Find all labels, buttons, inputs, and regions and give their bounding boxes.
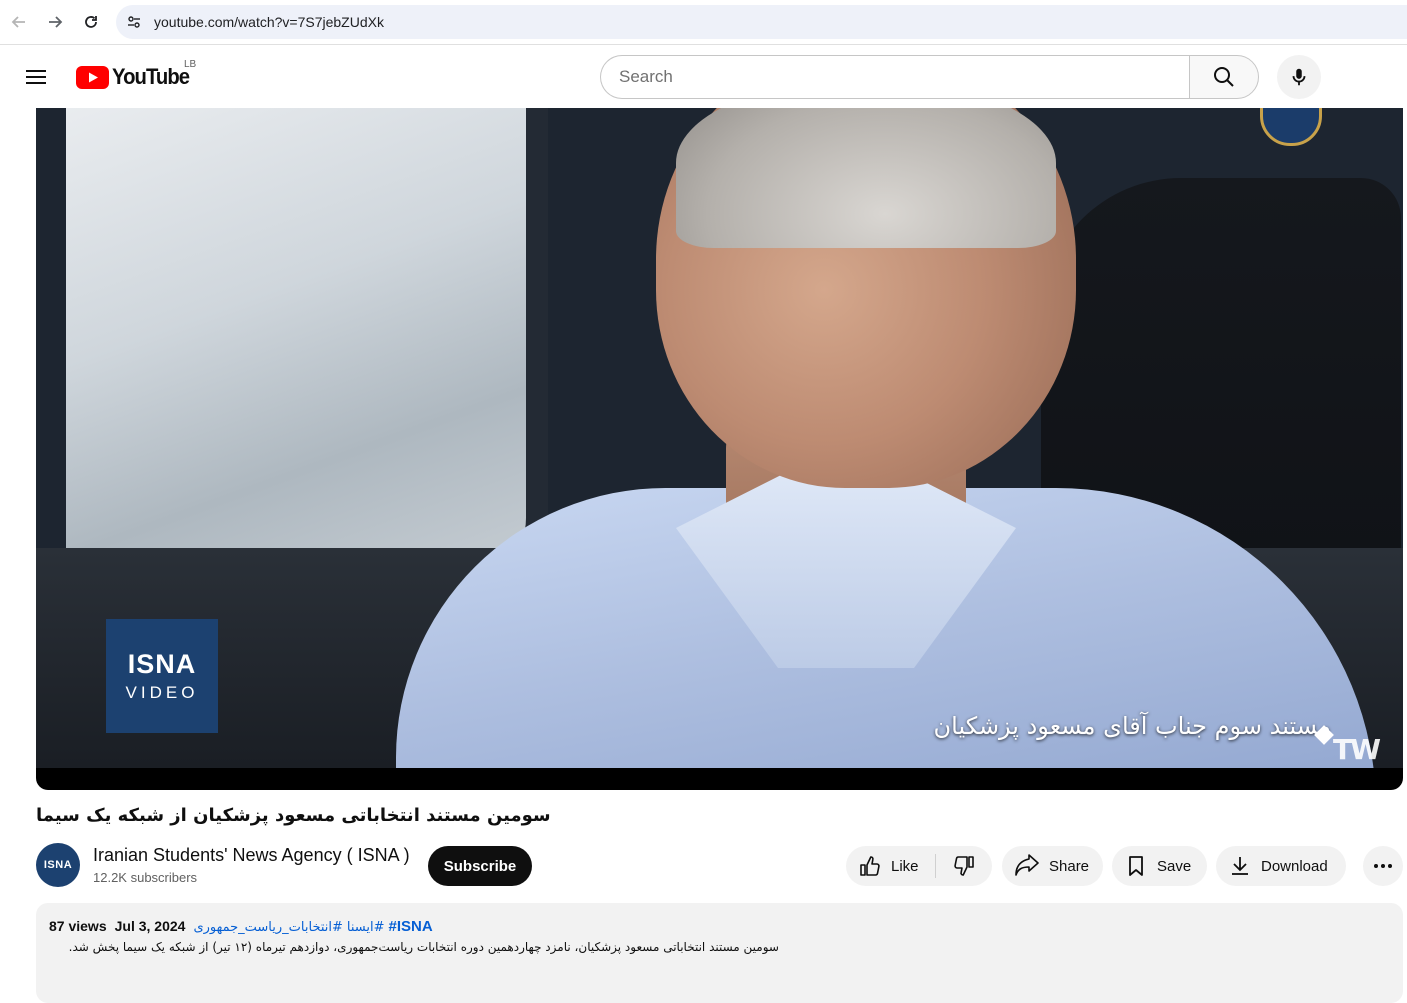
car-window-frame	[48, 108, 548, 608]
channel-name[interactable]: Iranian Students' News Agency ( ISNA )	[93, 845, 410, 866]
hashtag-list: #انتخابات_ریاست_جمهوری #ایسنا #ISNA	[193, 918, 432, 935]
country-code: LB	[184, 59, 197, 70]
youtube-play-icon	[76, 65, 109, 89]
like-button[interactable]: Like	[846, 854, 936, 878]
thumbs-up-icon	[860, 856, 880, 876]
download-icon	[1232, 857, 1248, 875]
man-hair	[676, 108, 1056, 248]
channel-avatar[interactable]: ISNA	[36, 843, 80, 887]
hashtag-link[interactable]: #ایسنا	[347, 920, 385, 935]
hashtag-link[interactable]: #ISNA	[389, 918, 433, 935]
hamburger-menu-icon[interactable]	[20, 61, 52, 93]
video-title-text: سومین مستند انتخاباتی مسعود پزشکیان از ش…	[36, 805, 551, 826]
voice-search-button[interactable]	[1277, 55, 1321, 99]
save-label: Save	[1157, 857, 1192, 875]
download-button[interactable]: Download	[1216, 846, 1346, 886]
download-label: Download	[1261, 857, 1328, 875]
subscriber-count: 12.2K subscribers	[93, 870, 198, 885]
view-count: 87 views	[49, 918, 107, 934]
video-player[interactable]: ISNA VIDEO مستند سوم جناب آقای مسعود پزش…	[36, 108, 1403, 790]
save-button[interactable]: Save	[1112, 846, 1207, 886]
bookmark-icon	[1129, 856, 1143, 876]
share-icon	[1015, 854, 1039, 876]
like-label: Like	[891, 857, 919, 875]
description-box[interactable]: 87 views Jul 3, 2024 #انتخابات_ریاست_جمه…	[36, 903, 1403, 1003]
watermark-top-text: ISNA	[127, 649, 197, 679]
more-actions-button[interactable]	[1363, 846, 1403, 886]
broadcast-emblem-icon	[1260, 108, 1322, 146]
search-icon	[1214, 67, 1234, 87]
search-box[interactable]	[600, 55, 1190, 99]
address-bar[interactable]: youtube.com/watch?v=7S7jebZUdXk	[116, 5, 1407, 39]
browser-toolbar: youtube.com/watch?v=7S7jebZUdXk	[0, 0, 1407, 45]
subscribe-button[interactable]: Subscribe	[428, 846, 532, 886]
forward-arrow-icon[interactable]	[42, 9, 68, 35]
description-text: سومین مستند انتخاباتی مسعود پزشکیان، نام…	[68, 940, 779, 954]
site-info-icon[interactable]	[120, 8, 148, 36]
share-button[interactable]: Share	[1002, 846, 1103, 886]
video-frame[interactable]: ISNA VIDEO مستند سوم جناب آقای مسعود پزش…	[36, 108, 1403, 768]
upload-date: Jul 3, 2024	[114, 918, 186, 934]
video-title: سومین مستند انتخاباتی مسعود پزشکیان از ش…	[36, 805, 836, 826]
youtube-wordmark: YouTube	[112, 64, 190, 89]
description-meta: 87 views Jul 3, 2024 #انتخابات_ریاست_جمه…	[49, 918, 433, 935]
microphone-icon	[1292, 68, 1306, 86]
thumbs-down-icon	[953, 856, 974, 876]
like-dislike-group: Like	[846, 846, 992, 886]
video-caption: مستند سوم جناب آقای مسعود پزشکیان	[933, 712, 1331, 740]
channel-corner-mark: TW	[1333, 733, 1381, 766]
search-input[interactable]	[619, 67, 1190, 87]
url-text[interactable]: youtube.com/watch?v=7S7jebZUdXk	[154, 14, 384, 30]
hashtag-link[interactable]: #انتخابات_ریاست_جمهوری	[193, 920, 342, 935]
back-arrow-icon[interactable]	[6, 9, 32, 35]
reload-icon[interactable]	[78, 9, 104, 35]
dislike-button[interactable]	[936, 846, 992, 886]
search-button[interactable]	[1189, 55, 1259, 99]
youtube-header: YouTube LB	[0, 45, 1407, 108]
share-label: Share	[1049, 857, 1090, 875]
more-horizontal-icon	[1374, 864, 1392, 868]
youtube-logo[interactable]: YouTube	[76, 64, 196, 89]
watermark-bottom-text: VIDEO	[125, 683, 199, 702]
isna-video-watermark: ISNA VIDEO	[106, 619, 218, 733]
